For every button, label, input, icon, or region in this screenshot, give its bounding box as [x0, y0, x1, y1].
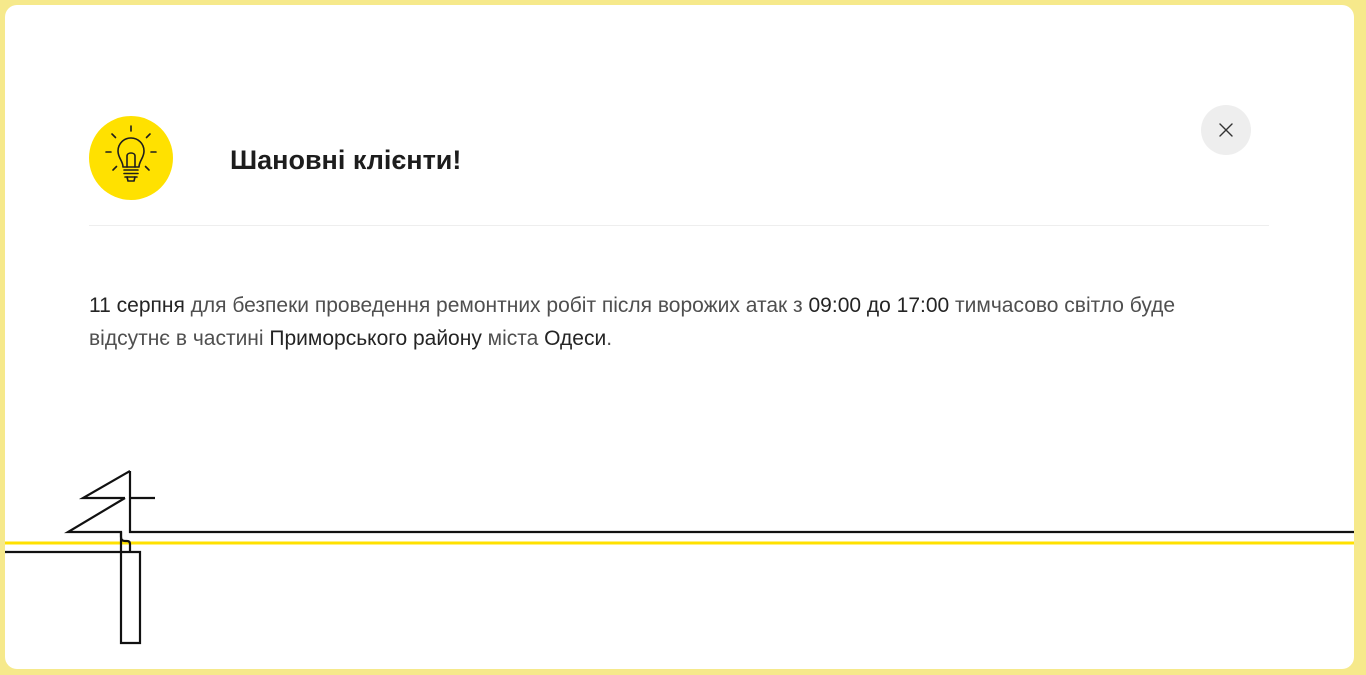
power-line-decoration [5, 470, 1354, 645]
notification-modal: Шановні клієнти! 11 серпня для безпеки п… [5, 5, 1354, 669]
